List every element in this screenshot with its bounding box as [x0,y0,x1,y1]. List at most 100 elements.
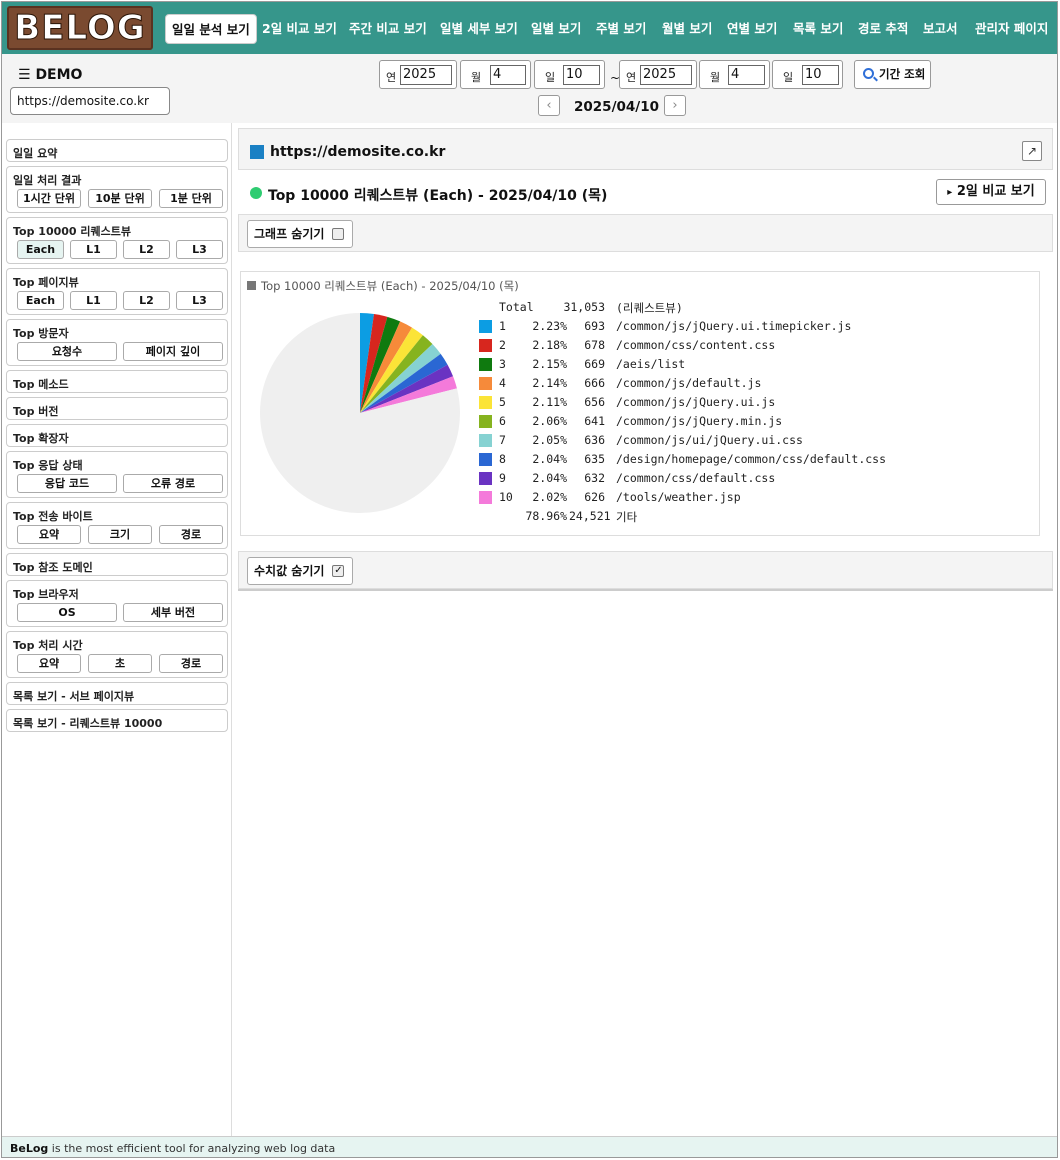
legend-rank: 9 [499,471,506,485]
sidebar-top-method[interactable]: Top 메소드 [6,370,228,393]
nav-daily-analysis[interactable]: 일일 분석 보기 [165,14,257,44]
hide-values-toggle[interactable]: 수치값 숨기기 ✓ [247,557,354,585]
legend-percent: 2.06% [532,414,567,428]
one-minute-button[interactable]: 1분 단위 [159,189,223,208]
sidebar-top-extension[interactable]: Top 확장자 [6,424,228,447]
hamburger-icon[interactable]: ☰ [18,67,31,83]
legend-rank: 8 [499,452,506,466]
external-link-button[interactable]: ↗ [1022,141,1042,161]
nav-monthly[interactable]: 월별 보기 [662,14,712,44]
compare-2day-button[interactable]: ▸ 2일 비교 보기 [936,179,1046,205]
sidebar-top-version[interactable]: Top 버전 [6,397,228,420]
from-day-label: 일 [545,71,556,84]
check-icon: ✓ [334,565,343,576]
nav-2day-compare[interactable]: 2일 비교 보기 [262,14,337,44]
nav-daily-detail[interactable]: 일별 세부 보기 [440,14,518,44]
legend-path: /common/js/default.js [616,376,762,390]
sidebar-daily-summary[interactable]: 일일 요약 [6,139,228,162]
to-day-group: 일 10 [772,60,843,89]
legend-swatch [479,320,492,333]
to-month-input[interactable]: 4 [728,65,765,85]
legend-percent: 2.04% [532,471,567,485]
sidebar-list-subpage[interactable]: 목록 보기 - 서브 페이지뷰 [6,682,228,705]
sidebar-list-request[interactable]: 목록 보기 - 리퀘스트뷰 10000 [6,709,228,732]
nav-list[interactable]: 목록 보기 [793,14,843,44]
from-year-input[interactable]: 2025 [400,65,452,85]
legend-path: /aeis/list [616,357,686,371]
browser-version-button[interactable]: 세부 버전 [123,603,223,622]
legend-percent: 78.96% [525,509,567,523]
legend-value: 656 [584,395,605,409]
total-label: Total [499,300,534,314]
logo[interactable]: BELOG [7,6,153,50]
period-query-label: 기간 조회 [879,67,926,81]
sidebar-top-referrer[interactable]: Top 참조 도메인 [6,553,228,576]
request-l2-button[interactable]: L2 [123,240,170,259]
sidebar-group-title: Top 응답 상태 [13,459,83,472]
legend-path: /common/js/jQuery.ui.timepicker.js [616,319,852,333]
nav-report[interactable]: 보고서 [923,14,958,44]
bytes-summary-button[interactable]: 요약 [17,525,81,544]
legend-rank: 6 [499,414,506,428]
menu-title[interactable]: ☰ DEMO [18,67,82,83]
hourly-button[interactable]: 1시간 단위 [17,189,81,208]
chart-caption-square-icon [247,281,256,290]
page-l1-button[interactable]: L1 [70,291,117,310]
legend-swatch [479,491,492,504]
to-year-group: 연 2025 [619,60,697,89]
nav-weekly-compare[interactable]: 주간 비교 보기 [349,14,427,44]
site-select[interactable]: https://demosite.co.kr [10,87,170,115]
hide-values-checkbox[interactable]: ✓ [332,565,345,577]
bytes-path-button[interactable]: 경로 [159,525,223,544]
sidebar-item-label: Top 참조 도메인 [13,561,93,574]
time-path-button[interactable]: 경로 [159,654,223,673]
to-day-input[interactable]: 10 [802,65,839,85]
status-code-button[interactable]: 응답 코드 [17,474,117,493]
visitor-requests-button[interactable]: 요청수 [17,342,117,361]
legend-percent: 2.05% [532,433,567,447]
sidebar-top-browser: Top 브라우저 OS 세부 버전 [6,580,228,627]
sidebar-item-label: Top 메소드 [13,378,69,391]
nav-yearly[interactable]: 연별 보기 [727,14,777,44]
from-month-group: 월 4 [460,60,531,89]
legend-value: 636 [584,433,605,447]
legend-swatch [479,453,492,466]
time-summary-button[interactable]: 요약 [17,654,81,673]
nav-weekly[interactable]: 주별 보기 [596,14,646,44]
time-seconds-button[interactable]: 초 [88,654,152,673]
request-each-button[interactable]: Each [17,240,64,259]
ten-minute-button[interactable]: 10분 단위 [88,189,152,208]
to-day-label: 일 [783,71,794,84]
legend-rank: 1 [499,319,506,333]
sidebar-group-title: 일일 처리 결과 [13,174,82,187]
to-year-input[interactable]: 2025 [640,65,692,85]
from-day-input[interactable]: 10 [563,65,600,85]
page-l2-button[interactable]: L2 [123,291,170,310]
browser-os-button[interactable]: OS [17,603,117,622]
next-date-button[interactable]: › [664,95,686,116]
legend-percent: 2.18% [532,338,567,352]
total-value: 31,053 [563,300,605,314]
page-l3-button[interactable]: L3 [176,291,223,310]
compare-2day-label: 2일 비교 보기 [956,184,1035,199]
page-each-button[interactable]: Each [17,291,64,310]
request-l3-button[interactable]: L3 [176,240,223,259]
period-query-button[interactable]: 기간 조회 [854,60,931,89]
hide-values-label: 수치값 숨기기 [254,564,325,578]
hide-graph-toggle[interactable]: 그래프 숨기기 [247,220,354,248]
nav-admin[interactable]: 관리자 페이지 [975,14,1048,44]
nav-path-trace[interactable]: 경로 추적 [858,14,908,44]
hide-graph-checkbox[interactable] [332,228,345,240]
sidebar-group-title: Top 브라우저 [13,588,79,601]
from-month-input[interactable]: 4 [490,65,526,85]
visitor-depth-button[interactable]: 페이지 깊이 [123,342,223,361]
legend-percent: 2.15% [532,357,567,371]
prev-date-button[interactable]: ‹ [538,95,560,116]
bytes-size-button[interactable]: 크기 [88,525,152,544]
to-year-label: 연 [626,71,637,84]
request-l1-button[interactable]: L1 [70,240,117,259]
error-path-button[interactable]: 오류 경로 [123,474,223,493]
sidebar: 일일 요약 일일 처리 결과 1시간 단위 10분 단위 1분 단위 Top 1… [2,123,232,1137]
nav-daily[interactable]: 일별 보기 [531,14,581,44]
legend-percent: 2.23% [532,319,567,333]
